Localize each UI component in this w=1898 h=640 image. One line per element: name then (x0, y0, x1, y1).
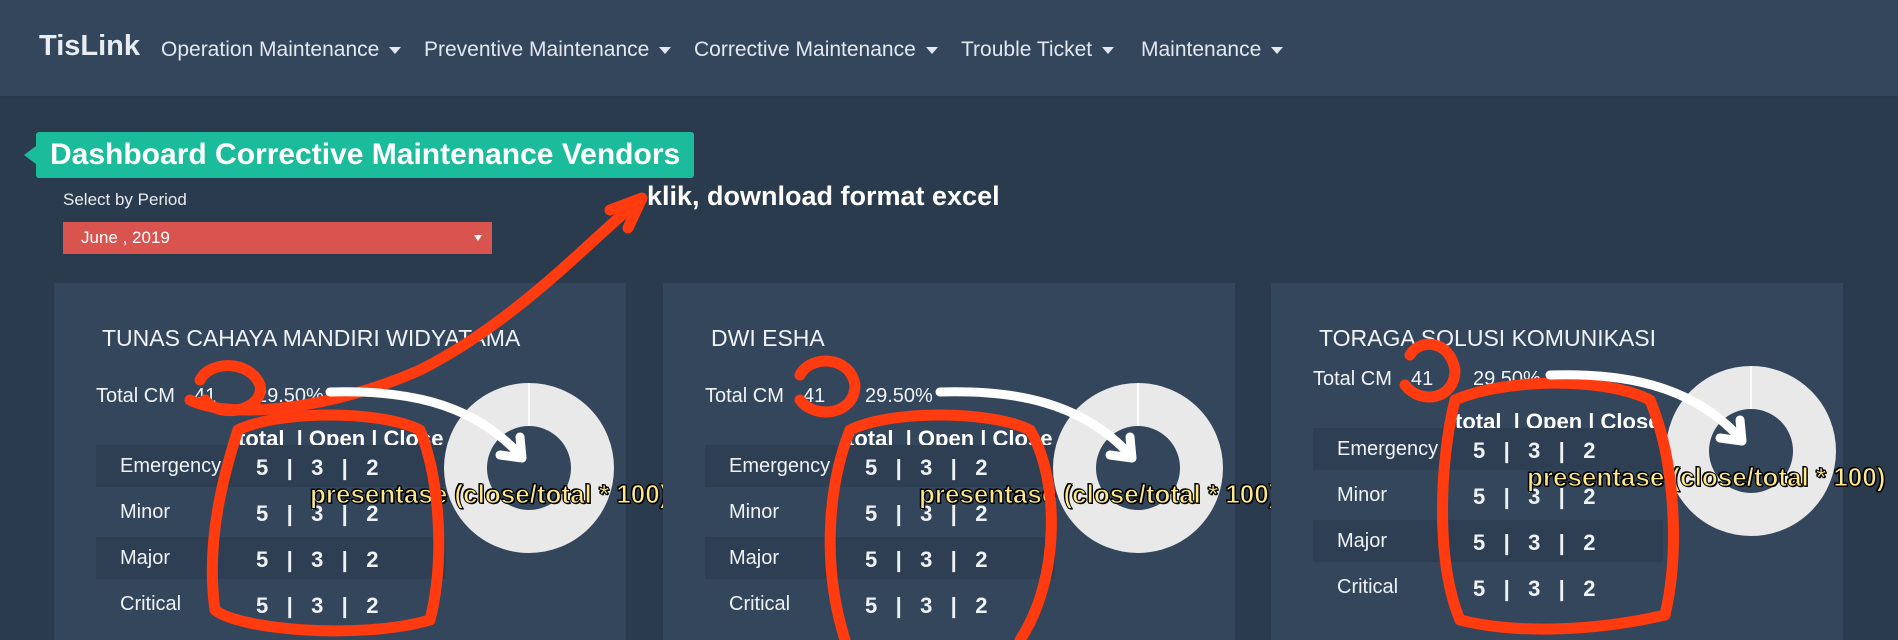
donut-start-marker (1137, 383, 1139, 426)
annotation-formula: presentase (close/total * 100) (918, 479, 1278, 510)
total-cm-label: Total CM (705, 385, 784, 407)
category-label: Major (729, 547, 780, 569)
nav-item-label: Maintenance (1141, 38, 1262, 61)
caret-down-icon (659, 46, 672, 54)
total-cm-value: 41 (194, 385, 217, 407)
category-label: Minor (729, 501, 780, 523)
table-row: Critical 5 | 3 | 2 (705, 583, 1055, 625)
row-values: 5 | 3 | 2 (256, 455, 379, 480)
caret-down-icon (1271, 46, 1284, 54)
total-cm-label: Total CM (96, 385, 175, 407)
row-values: 5 | 3 | 2 (1473, 576, 1596, 601)
period-select[interactable]: June , 2019 (63, 222, 492, 254)
caret-down-icon (389, 46, 402, 54)
row-values: 5 | 3 | 2 (256, 593, 379, 618)
vendor-panel: TUNAS CAHAYA MANDIRI WIDYATAMA Total CM … (54, 283, 669, 640)
donut-start-marker (1750, 366, 1752, 409)
close-percentage: 29.50% (1473, 368, 1541, 390)
caret-down-icon (925, 46, 938, 54)
category-label: Emergency (729, 455, 831, 477)
row-values: 5 | 3 | 2 (256, 547, 379, 572)
table-row: Major 5 | 3 | 2 (705, 537, 1055, 579)
page-title: Dashboard Corrective Maintenance Vendors (36, 132, 695, 178)
nav-preventive-maintenance[interactable]: Preventive Maintenance (424, 38, 672, 62)
chevron-down-icon (474, 235, 482, 241)
nav-operation-maintenance[interactable]: Operation Maintenance (161, 38, 402, 62)
donut-chart (444, 383, 614, 553)
nav-maintenance[interactable]: Maintenance (1141, 38, 1284, 62)
category-label: Major (1337, 530, 1388, 552)
donut-chart (1053, 383, 1223, 553)
period-label: Select by Period (63, 190, 187, 209)
row-values: 5 | 3 | 2 (1473, 530, 1596, 555)
vendor-name: TORAGA SOLUSI KOMUNIKASI (1319, 325, 1656, 351)
nav-item-label: Trouble Ticket (961, 38, 1093, 61)
nav-item-label: Preventive Maintenance (424, 38, 650, 61)
top-navbar: TisLink Operation Maintenance Preventive… (0, 0, 1898, 97)
vendor-panel: TORAGA SOLUSI KOMUNIKASI Total CM 41 29.… (1271, 283, 1886, 640)
total-cm-label: Total CM (1313, 368, 1392, 390)
ribbon-arrow (24, 146, 36, 164)
annotation-download: klik, download format excel (647, 181, 1000, 211)
category-label: Critical (120, 593, 182, 615)
annotation-formula: presentase (close/total * 100) (1526, 462, 1886, 493)
close-percentage: 29.50% (865, 385, 933, 407)
row-values: 5 | 3 | 2 (865, 593, 988, 618)
vendor-name: TUNAS CAHAYA MANDIRI WIDYATAMA (102, 325, 521, 351)
row-values: 5 | 3 | 2 (865, 455, 988, 480)
category-label: Minor (120, 501, 171, 523)
table-row: Major 5 | 3 | 2 (96, 537, 446, 579)
row-values: 5 | 3 | 2 (1473, 438, 1596, 463)
category-label: Minor (1337, 484, 1388, 506)
category-label: Emergency (120, 455, 222, 477)
nav-trouble-ticket[interactable]: Trouble Ticket (961, 38, 1115, 62)
donut-start-marker (528, 383, 530, 426)
period-select-value: June , 2019 (81, 228, 170, 247)
table-row: Major 5 | 3 | 2 (1313, 520, 1663, 562)
annotation-formula: presentase (close/total * 100) (309, 479, 669, 510)
nav-corrective-maintenance[interactable]: Corrective Maintenance (694, 38, 938, 62)
vendor-panel: DWI ESHA Total CM 41 29.50% total | Open… (663, 283, 1278, 640)
total-cm-value: 41 (1411, 368, 1434, 390)
brand-logo[interactable]: TisLink (39, 30, 140, 63)
category-label: Emergency (1337, 438, 1439, 460)
download-arrowhead (604, 192, 648, 234)
table-row: Critical 5 | 3 | 2 (96, 583, 446, 625)
nav-item-label: Operation Maintenance (161, 38, 380, 61)
category-label: Critical (729, 593, 791, 615)
row-values: 5 | 3 | 2 (865, 547, 988, 572)
donut-chart (1666, 366, 1836, 536)
category-label: Critical (1337, 576, 1399, 598)
table-row: Critical 5 | 3 | 2 (1313, 566, 1663, 608)
category-label: Major (120, 547, 171, 569)
total-cm-value: 41 (803, 385, 826, 407)
nav-item-label: Corrective Maintenance (694, 38, 916, 61)
caret-down-icon (1102, 46, 1115, 54)
close-percentage: 29.50% (256, 385, 324, 407)
vendor-name: DWI ESHA (711, 325, 825, 351)
